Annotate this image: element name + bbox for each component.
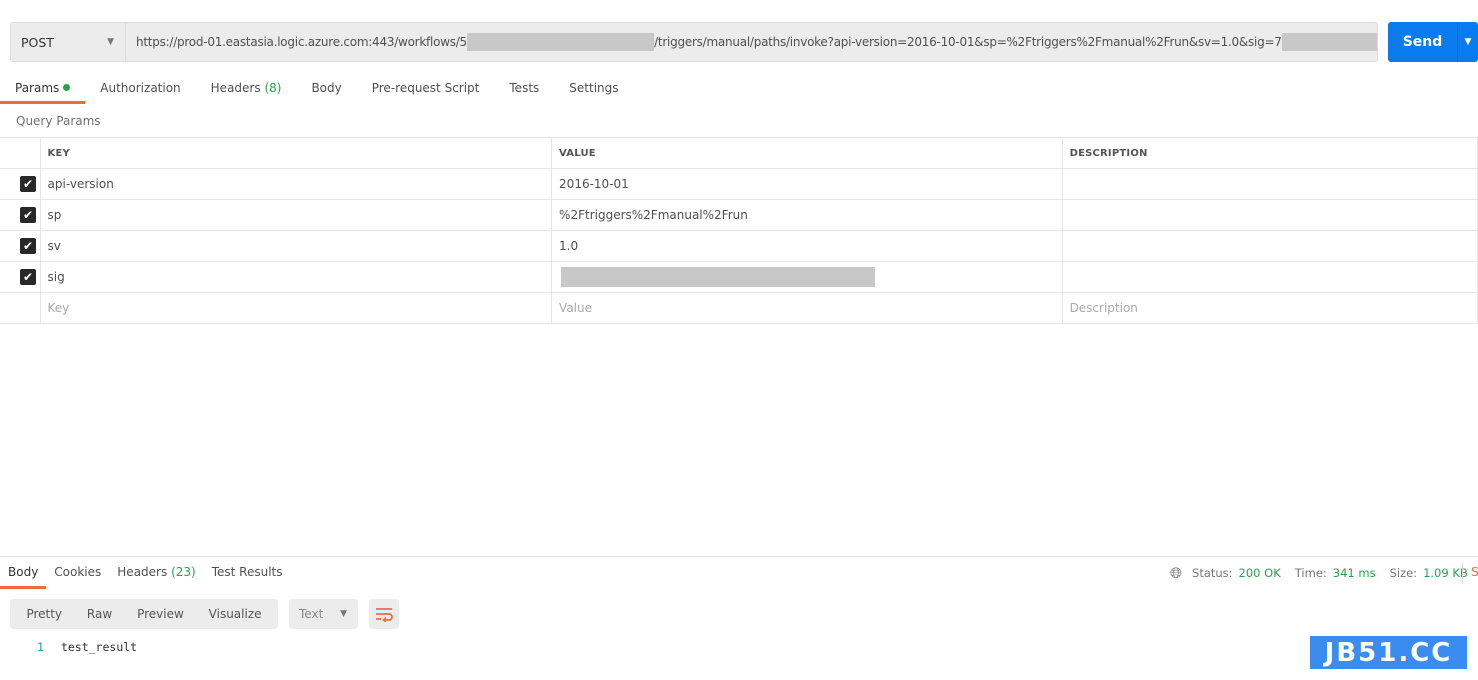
view-mode-group: Pretty Raw Preview Visualize: [10, 599, 278, 629]
watermark-logo: JB51.CC: [1310, 636, 1467, 669]
table-row: ✔ sp %2Ftriggers%2Fmanual%2Frun: [0, 199, 1478, 231]
param-value[interactable]: %2Ftriggers%2Fmanual%2Frun: [551, 199, 1063, 231]
tab-label: Headers: [210, 81, 261, 95]
time-value[interactable]: 341 ms: [1333, 566, 1376, 580]
tab-body[interactable]: Body: [296, 78, 356, 104]
param-description[interactable]: [1061, 199, 1478, 231]
checkbox[interactable]: ✔: [20, 238, 36, 254]
url-input[interactable]: https://prod-01.eastasia.logic.azure.com…: [125, 22, 1378, 62]
table-row: ✔ sig: [0, 261, 1478, 293]
tab-tests[interactable]: Tests: [494, 78, 554, 104]
tab-cookies[interactable]: Cookies: [46, 563, 109, 589]
empty-cell: [0, 292, 41, 324]
tab-pre-request-script[interactable]: Pre-request Script: [357, 78, 495, 104]
response-tabs: Body Cookies Headers (23) Test Results: [0, 563, 290, 589]
view-pretty[interactable]: Pretty: [26, 607, 62, 621]
param-key[interactable]: sp: [39, 199, 553, 231]
method-select[interactable]: POST ▼: [10, 22, 126, 62]
chevron-down-icon: ▼: [107, 37, 114, 47]
wrap-icon: [376, 608, 393, 622]
new-description-input[interactable]: Description: [1061, 292, 1478, 324]
tab-label: Params: [15, 81, 60, 95]
chevron-down-icon: ▼: [340, 609, 347, 619]
separator: [1462, 562, 1463, 584]
status-value[interactable]: 200 OK: [1239, 566, 1281, 580]
tab-test-results[interactable]: Test Results: [204, 563, 291, 589]
param-value[interactable]: 2016-10-01: [551, 168, 1063, 200]
size-label: Size:: [1389, 566, 1418, 580]
send-dropdown-icon[interactable]: ▼: [1458, 22, 1478, 62]
checkbox[interactable]: ✔: [20, 269, 36, 285]
globe-lock-icon[interactable]: 🌐︎: [1170, 564, 1182, 582]
param-key[interactable]: sv: [39, 230, 553, 262]
response-meta: 🌐︎ Status: 200 OK Time: 341 ms Size: 1.0…: [1170, 564, 1468, 582]
save-response-button[interactable]: Save Response: [1471, 565, 1478, 579]
active-dot-icon: [63, 84, 71, 91]
send-button[interactable]: Send ▼: [1388, 22, 1478, 62]
query-params-title: Query Params: [16, 114, 101, 128]
tab-params[interactable]: Params: [0, 78, 86, 104]
headers-count: (8): [264, 81, 282, 95]
header-checkbox-cell: [0, 137, 41, 169]
redacted-block: [1281, 33, 1377, 51]
view-preview[interactable]: Preview: [137, 607, 184, 621]
send-label[interactable]: Send: [1388, 22, 1458, 62]
param-value[interactable]: 1.0: [551, 230, 1063, 262]
request-tabs: Params Authorization Headers (8) Body Pr…: [0, 78, 634, 104]
params-table: KEY VALUE DESCRIPTION ✔ api-version 2016…: [0, 137, 1478, 324]
new-key-input[interactable]: Key: [39, 292, 553, 324]
table-header: KEY VALUE DESCRIPTION: [0, 137, 1478, 169]
format-select[interactable]: Text ▼: [289, 599, 358, 629]
view-visualize[interactable]: Visualize: [209, 607, 262, 621]
format-value: Text: [299, 607, 324, 621]
code-line: test_result: [60, 640, 138, 654]
time-label: Time:: [1294, 566, 1327, 580]
redacted-block: [561, 267, 876, 287]
url-prefix: https://prod-01.eastasia.logic.azure.com…: [136, 35, 467, 49]
param-description[interactable]: [1061, 168, 1478, 200]
view-raw[interactable]: Raw: [87, 607, 112, 621]
status-label: Status:: [1192, 566, 1233, 580]
url-middle: /triggers/manual/paths/invoke?api-versio…: [654, 35, 1282, 49]
column-value: VALUE: [551, 137, 1063, 169]
response-body: 1 test_result: [37, 640, 137, 654]
tab-settings[interactable]: Settings: [554, 78, 633, 104]
param-key[interactable]: api-version: [39, 168, 553, 200]
checkbox[interactable]: ✔: [20, 207, 36, 223]
table-row-new: Key Value Description: [0, 292, 1478, 324]
tab-response-body[interactable]: Body: [0, 563, 47, 589]
param-key[interactable]: sig: [39, 261, 553, 293]
tab-response-headers[interactable]: Headers (23): [109, 563, 203, 589]
tab-label: Headers: [117, 565, 168, 579]
tab-authorization[interactable]: Authorization: [85, 78, 195, 104]
checkbox[interactable]: ✔: [20, 176, 36, 192]
column-description: DESCRIPTION: [1061, 137, 1478, 169]
param-value[interactable]: [551, 261, 1063, 293]
table-row: ✔ api-version 2016-10-01: [0, 168, 1478, 200]
line-number: 1: [37, 640, 44, 654]
pane-divider[interactable]: [0, 556, 1478, 557]
wrap-lines-button[interactable]: [369, 599, 399, 629]
table-row: ✔ sv 1.0: [0, 230, 1478, 262]
param-description[interactable]: [1061, 230, 1478, 262]
new-value-input[interactable]: Value: [551, 292, 1063, 324]
headers-count: (23): [171, 565, 196, 579]
column-key: KEY: [39, 137, 553, 169]
method-value: POST: [21, 34, 54, 50]
param-description[interactable]: [1061, 261, 1478, 293]
redacted-block: [466, 33, 655, 51]
tab-headers[interactable]: Headers (8): [196, 78, 297, 104]
